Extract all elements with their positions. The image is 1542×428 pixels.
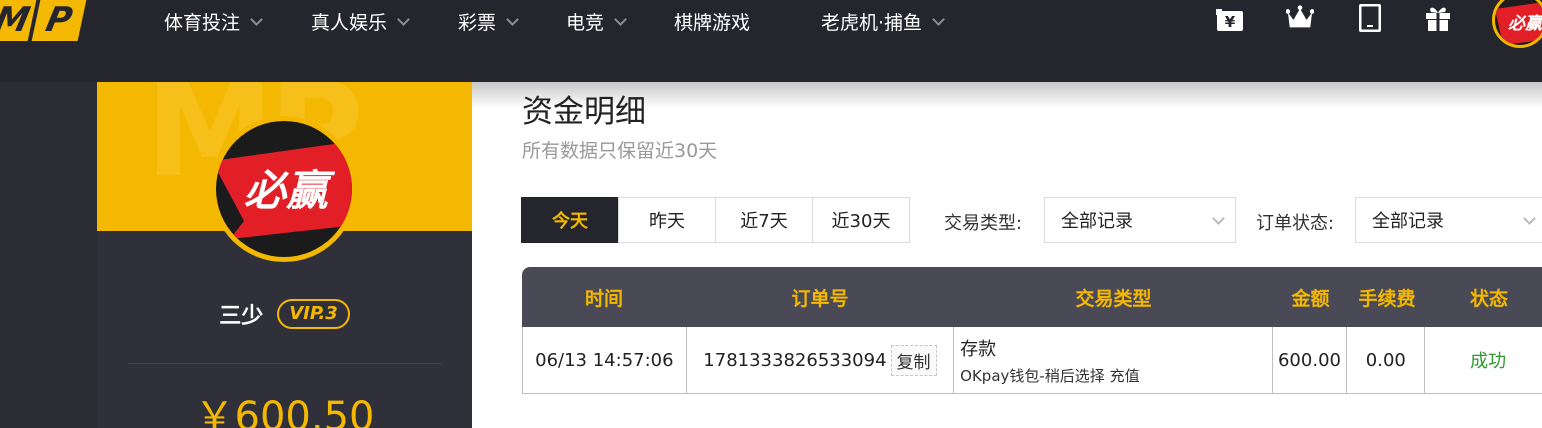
nav-item-label: 老虎机·捕鱼 [821,12,923,34]
page-title: 资金明细 [522,94,646,130]
cell-fee: 0.00 [1347,327,1426,393]
order-number: 1781333826533094 [703,349,887,371]
nav-item-card-games[interactable]: 棋牌游戏 [674,8,750,35]
column-header-fee: 手续费 [1358,287,1416,310]
tab-last-7-days[interactable]: 近7天 [715,197,813,243]
chevron-down-icon [1212,212,1225,225]
order-status-select[interactable]: 全部记录 [1355,197,1542,243]
divider [128,363,441,364]
main-content: 资金明细 所有数据只保留近30天 今天 昨天 近7天 近30天 交易类型: 全部… [472,82,1542,428]
order-status-label: 订单状态: [1256,213,1335,234]
logo-letter: M [0,0,37,41]
gift-icon[interactable] [1424,4,1452,32]
column-header-time: 时间 [584,287,623,310]
transactions-table: 时间 订单号 交易类型 金额 手续费 状态 06/13 14:57:06 178… [522,267,1542,394]
nav-item-sports[interactable]: 体育投注 [164,8,263,35]
cell-order-no: 1781333826533094 复制 [687,327,955,393]
cell-time: 06/13 14:57:06 [523,327,687,393]
cell-status: 成功 [1470,351,1507,372]
logo-letter: P [31,0,87,41]
svg-text:¥: ¥ [1225,13,1236,31]
brand-logo-text: 必赢 [244,166,336,215]
tab-today[interactable]: 今天 [521,197,619,243]
yen-wallet-icon[interactable]: ¥ [1216,6,1244,34]
trade-type-detail: OKpay钱包-稍后选择 充值 [960,366,1140,385]
nav-item-live-casino[interactable]: 真人娱乐 [311,8,410,35]
column-header-amount: 金额 [1291,287,1330,310]
user-info-row: 三少 VIP.3 [97,298,472,330]
vip-badge: VIP.3 [277,299,350,329]
nav-item-slots-fishing[interactable]: 老虎机·捕鱼 [821,8,945,35]
column-header-trade-type: 交易类型 [1075,287,1152,310]
account-balance: ￥600.50 [194,394,375,428]
user-avatar[interactable]: 必赢 [211,116,357,262]
cell-amount: 600.00 [1273,327,1348,393]
chevron-down-icon [250,12,263,26]
trade-type-label: 交易类型: [944,213,1023,234]
table-row: 06/13 14:57:06 1781333826533094 复制 存款 OK… [522,327,1542,394]
column-header-status: 状态 [1469,287,1508,310]
nav-item-lottery[interactable]: 彩票 [458,8,519,35]
tab-yesterday[interactable]: 昨天 [618,197,716,243]
chevron-down-icon [1523,212,1536,225]
select-value: 全部记录 [1372,211,1444,232]
chevron-down-icon [397,12,410,26]
trade-type-select[interactable]: 全部记录 [1044,197,1236,243]
nav-item-esports[interactable]: 电竞 [566,8,627,35]
cell-trade-type: 存款 OKpay钱包-稍后选择 充值 [954,327,1273,393]
nav-item-label: 体育投注 [164,12,241,34]
site-logo[interactable]: M P [0,0,87,41]
chevron-down-icon [506,12,519,26]
user-sidebar: MP 必赢 三少 VIP.3 ￥600.50 [97,82,472,428]
nav-item-label: 棋牌游戏 [674,12,751,34]
user-avatar-top[interactable]: 必赢 [1492,0,1542,48]
nav-item-label: 电竞 [566,12,605,34]
chevron-down-icon [932,12,945,26]
top-navigation-bar: M P 体育投注 真人娱乐 彩票 电竞 棋牌游戏 老虎机·捕鱼 ¥ 必赢 [0,0,1542,82]
nav-item-label: 彩票 [458,12,497,34]
brand-logo-text: 必赢 [1508,14,1542,34]
page-subtitle: 所有数据只保留近30天 [522,140,718,162]
copy-button[interactable]: 复制 [890,344,937,376]
trade-type-main: 存款 [960,338,997,360]
date-range-tabs: 今天 昨天 近7天 近30天 [521,197,910,243]
table-header: 时间 订单号 交易类型 金额 手续费 状态 [522,267,1542,327]
nav-item-label: 真人娱乐 [311,12,388,34]
column-header-order-no: 订单号 [791,287,849,310]
username: 三少 [219,304,264,329]
crown-icon[interactable] [1286,4,1314,32]
select-value: 全部记录 [1061,211,1133,232]
avatar-image: 必赢 [216,121,352,257]
tablet-icon[interactable] [1356,4,1384,32]
chevron-down-icon [614,12,627,26]
tab-last-30-days[interactable]: 近30天 [812,197,910,243]
